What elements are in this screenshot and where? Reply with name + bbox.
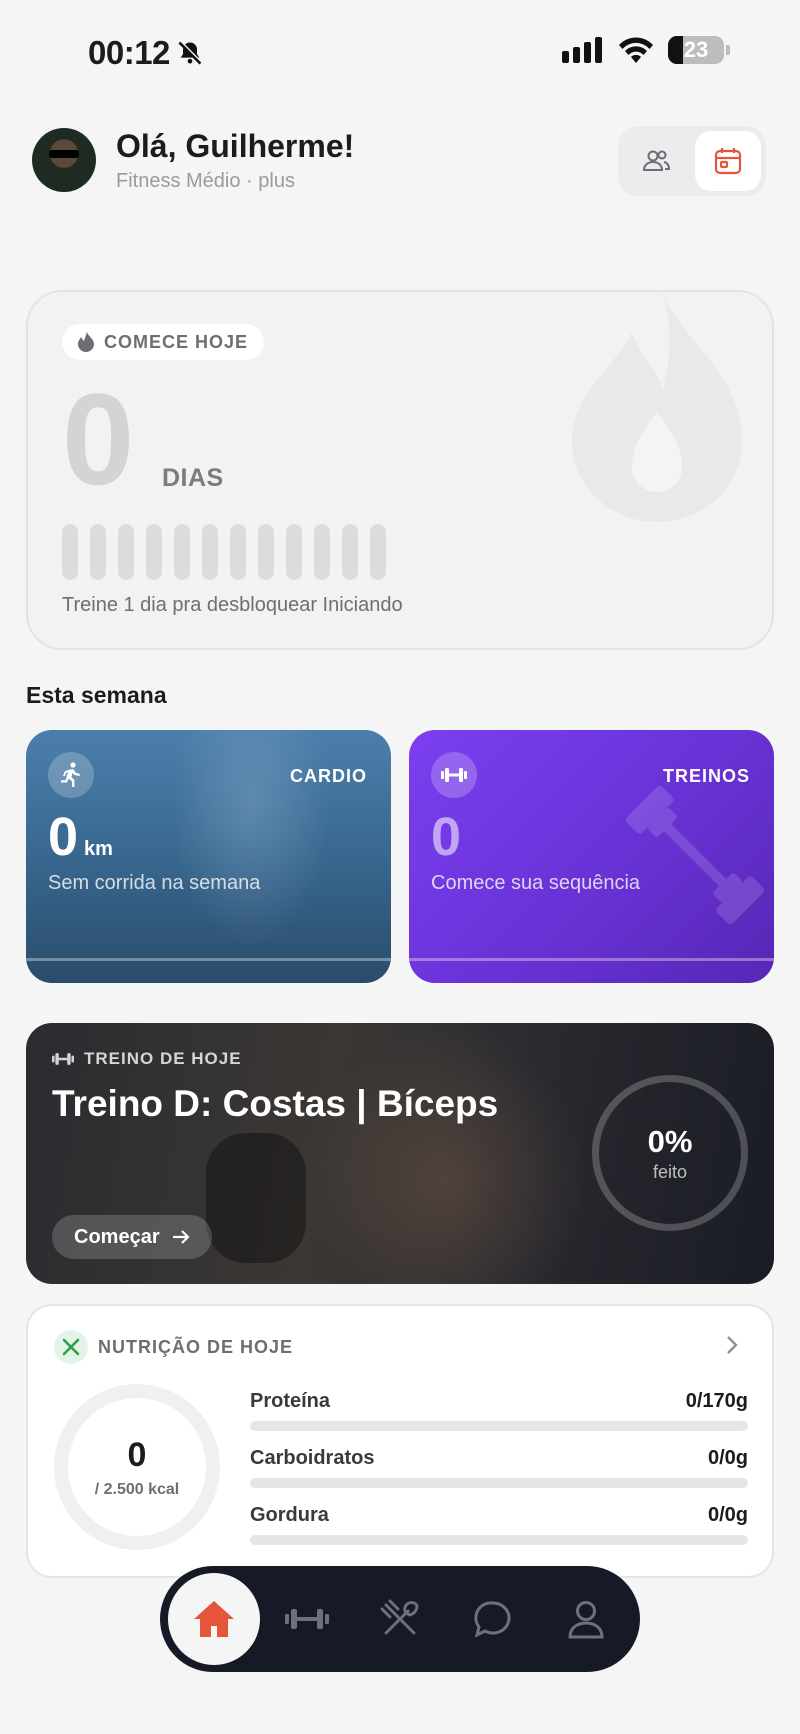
bell-muted-icon (178, 41, 203, 65)
dumbbell-icon (284, 1609, 329, 1629)
avatar[interactable] (32, 128, 96, 192)
workout-tag-label: TREINO DE HOJE (84, 1049, 242, 1068)
cardio-icon-badge (48, 752, 94, 798)
home-icon (194, 1601, 234, 1637)
treinos-icon-badge (431, 752, 477, 798)
clock: 00:12 (88, 34, 170, 71)
streak-bar (174, 524, 190, 580)
cardio-description: Sem corrida na semana (48, 872, 261, 894)
arrow-right-icon (172, 1230, 190, 1244)
community-button[interactable] (623, 131, 689, 191)
workout-title: Treino D: Costas | Bíceps (52, 1083, 499, 1124)
treinos-progress-line (409, 958, 774, 961)
streak-card[interactable]: COMECE HOJE 0 DIAS Treine 1 dia pra desb… (26, 290, 774, 650)
streak-bar (62, 524, 78, 580)
kcal-value: 0 (127, 1435, 147, 1474)
nutrition-icon-badge (54, 1330, 88, 1364)
kcal-target: / 2.500 kcal (94, 1480, 180, 1498)
macro-value: 0/170g (685, 1390, 748, 1412)
cardio-progress-line (26, 958, 391, 961)
status-bar-time: 00:12 (88, 34, 204, 72)
header-actions (618, 126, 766, 196)
streak-bar (146, 524, 162, 580)
battery-tip (726, 45, 730, 55)
tab-workouts[interactable] (260, 1574, 353, 1664)
streak-bar (118, 524, 134, 580)
streak-bar (230, 524, 246, 580)
tab-nutrition[interactable] (353, 1574, 446, 1664)
treinos-value: 0 (431, 807, 462, 867)
treinos-card[interactable]: TREINOS 0 Comece sua sequência (409, 730, 774, 983)
streak-hint: Treine 1 dia pra desbloquear Iniciando (62, 594, 403, 616)
calendar-button[interactable] (695, 131, 761, 191)
streak-bar (314, 524, 330, 580)
cardio-unit: km (84, 838, 113, 860)
nutrition-title: NUTRIÇÃO DE HOJE (98, 1337, 294, 1357)
streak-bar (90, 524, 106, 580)
community-icon (642, 150, 671, 171)
week-section-title: Esta semana (26, 682, 167, 708)
workout-progress-ring: 0% feito (592, 1075, 748, 1231)
workout-tag: TREINO DE HOJE (52, 1049, 242, 1069)
streak-bar (286, 524, 302, 580)
streak-bar (370, 524, 386, 580)
nutrition-card[interactable]: NUTRIÇÃO DE HOJE 0 / 2.500 kcal Proteína… (26, 1304, 774, 1578)
streak-bar (202, 524, 218, 580)
calendar-icon (714, 148, 742, 175)
dumbbell-icon (441, 768, 467, 782)
streak-unit: DIAS (162, 464, 224, 492)
cardio-value: 0 km (48, 810, 113, 864)
battery-level: 23 (683, 37, 709, 62)
bottom-tab-bar (160, 1566, 640, 1672)
streak-progress-bars (62, 524, 386, 580)
start-workout-button[interactable]: Começar (52, 1215, 212, 1259)
status-bar-indicators: 23 (562, 36, 730, 64)
chat-icon (473, 1601, 510, 1638)
streak-count: 0 (62, 366, 135, 512)
tab-profile[interactable] (539, 1574, 632, 1664)
battery-indicator: 23 (668, 36, 724, 64)
streak-bar (342, 524, 358, 580)
dumbbell-watermark-icon (625, 785, 765, 925)
macro-progress-bar (250, 1535, 748, 1545)
macro-progress-bar (250, 1478, 748, 1488)
signal-icon (562, 37, 602, 63)
fork-knife-icon (62, 1338, 80, 1356)
macros-list: Proteína 0/170g Carboidratos 0/0g Gordur… (250, 1390, 748, 1561)
macro-fat: Gordura 0/0g (250, 1504, 748, 1561)
macro-value: 0/0g (707, 1447, 748, 1469)
macro-name: Carboidratos (250, 1447, 375, 1469)
cardio-label: CARDIO (290, 766, 367, 786)
flame-watermark-icon (572, 292, 742, 522)
streak-status-pill: COMECE HOJE (62, 324, 265, 360)
macro-protein: Proteína 0/170g (250, 1390, 748, 1447)
cardio-card[interactable]: CARDIO 0 km Sem corrida na semana (26, 730, 391, 983)
tab-chat[interactable] (446, 1574, 539, 1664)
workout-progress-label: feito (652, 1161, 688, 1182)
fork-knife-icon (380, 1599, 418, 1635)
workout-progress-value: 0% (647, 1123, 693, 1159)
flame-icon (78, 332, 94, 352)
cardio-distance: 0 (48, 807, 79, 867)
kcal-ring: 0 / 2.500 kcal (54, 1384, 220, 1550)
running-icon (61, 762, 80, 787)
macro-value: 0/0g (707, 1504, 748, 1526)
dumbbell-icon (52, 1053, 74, 1065)
streak-pill-label: COMECE HOJE (104, 331, 249, 352)
wifi-icon (619, 37, 653, 63)
treinos-label: TREINOS (662, 766, 750, 786)
fitness-level-subtitle: Fitness Médio · plus (116, 170, 295, 192)
streak-bar (258, 524, 274, 580)
macro-name: Gordura (250, 1504, 329, 1526)
chevron-right-icon[interactable] (722, 1332, 742, 1358)
macro-progress-bar (250, 1421, 748, 1431)
treinos-description: Comece sua sequência (431, 872, 641, 894)
greeting-title: Olá, Guilherme! (116, 128, 355, 164)
macro-carbs: Carboidratos 0/0g (250, 1447, 748, 1504)
profile-icon (567, 1601, 604, 1639)
tab-home[interactable] (168, 1573, 260, 1665)
start-workout-label: Começar (74, 1225, 160, 1248)
today-workout-card[interactable]: TREINO DE HOJE Treino D: Costas | Bíceps… (26, 1023, 774, 1284)
macro-name: Proteína (250, 1390, 331, 1412)
